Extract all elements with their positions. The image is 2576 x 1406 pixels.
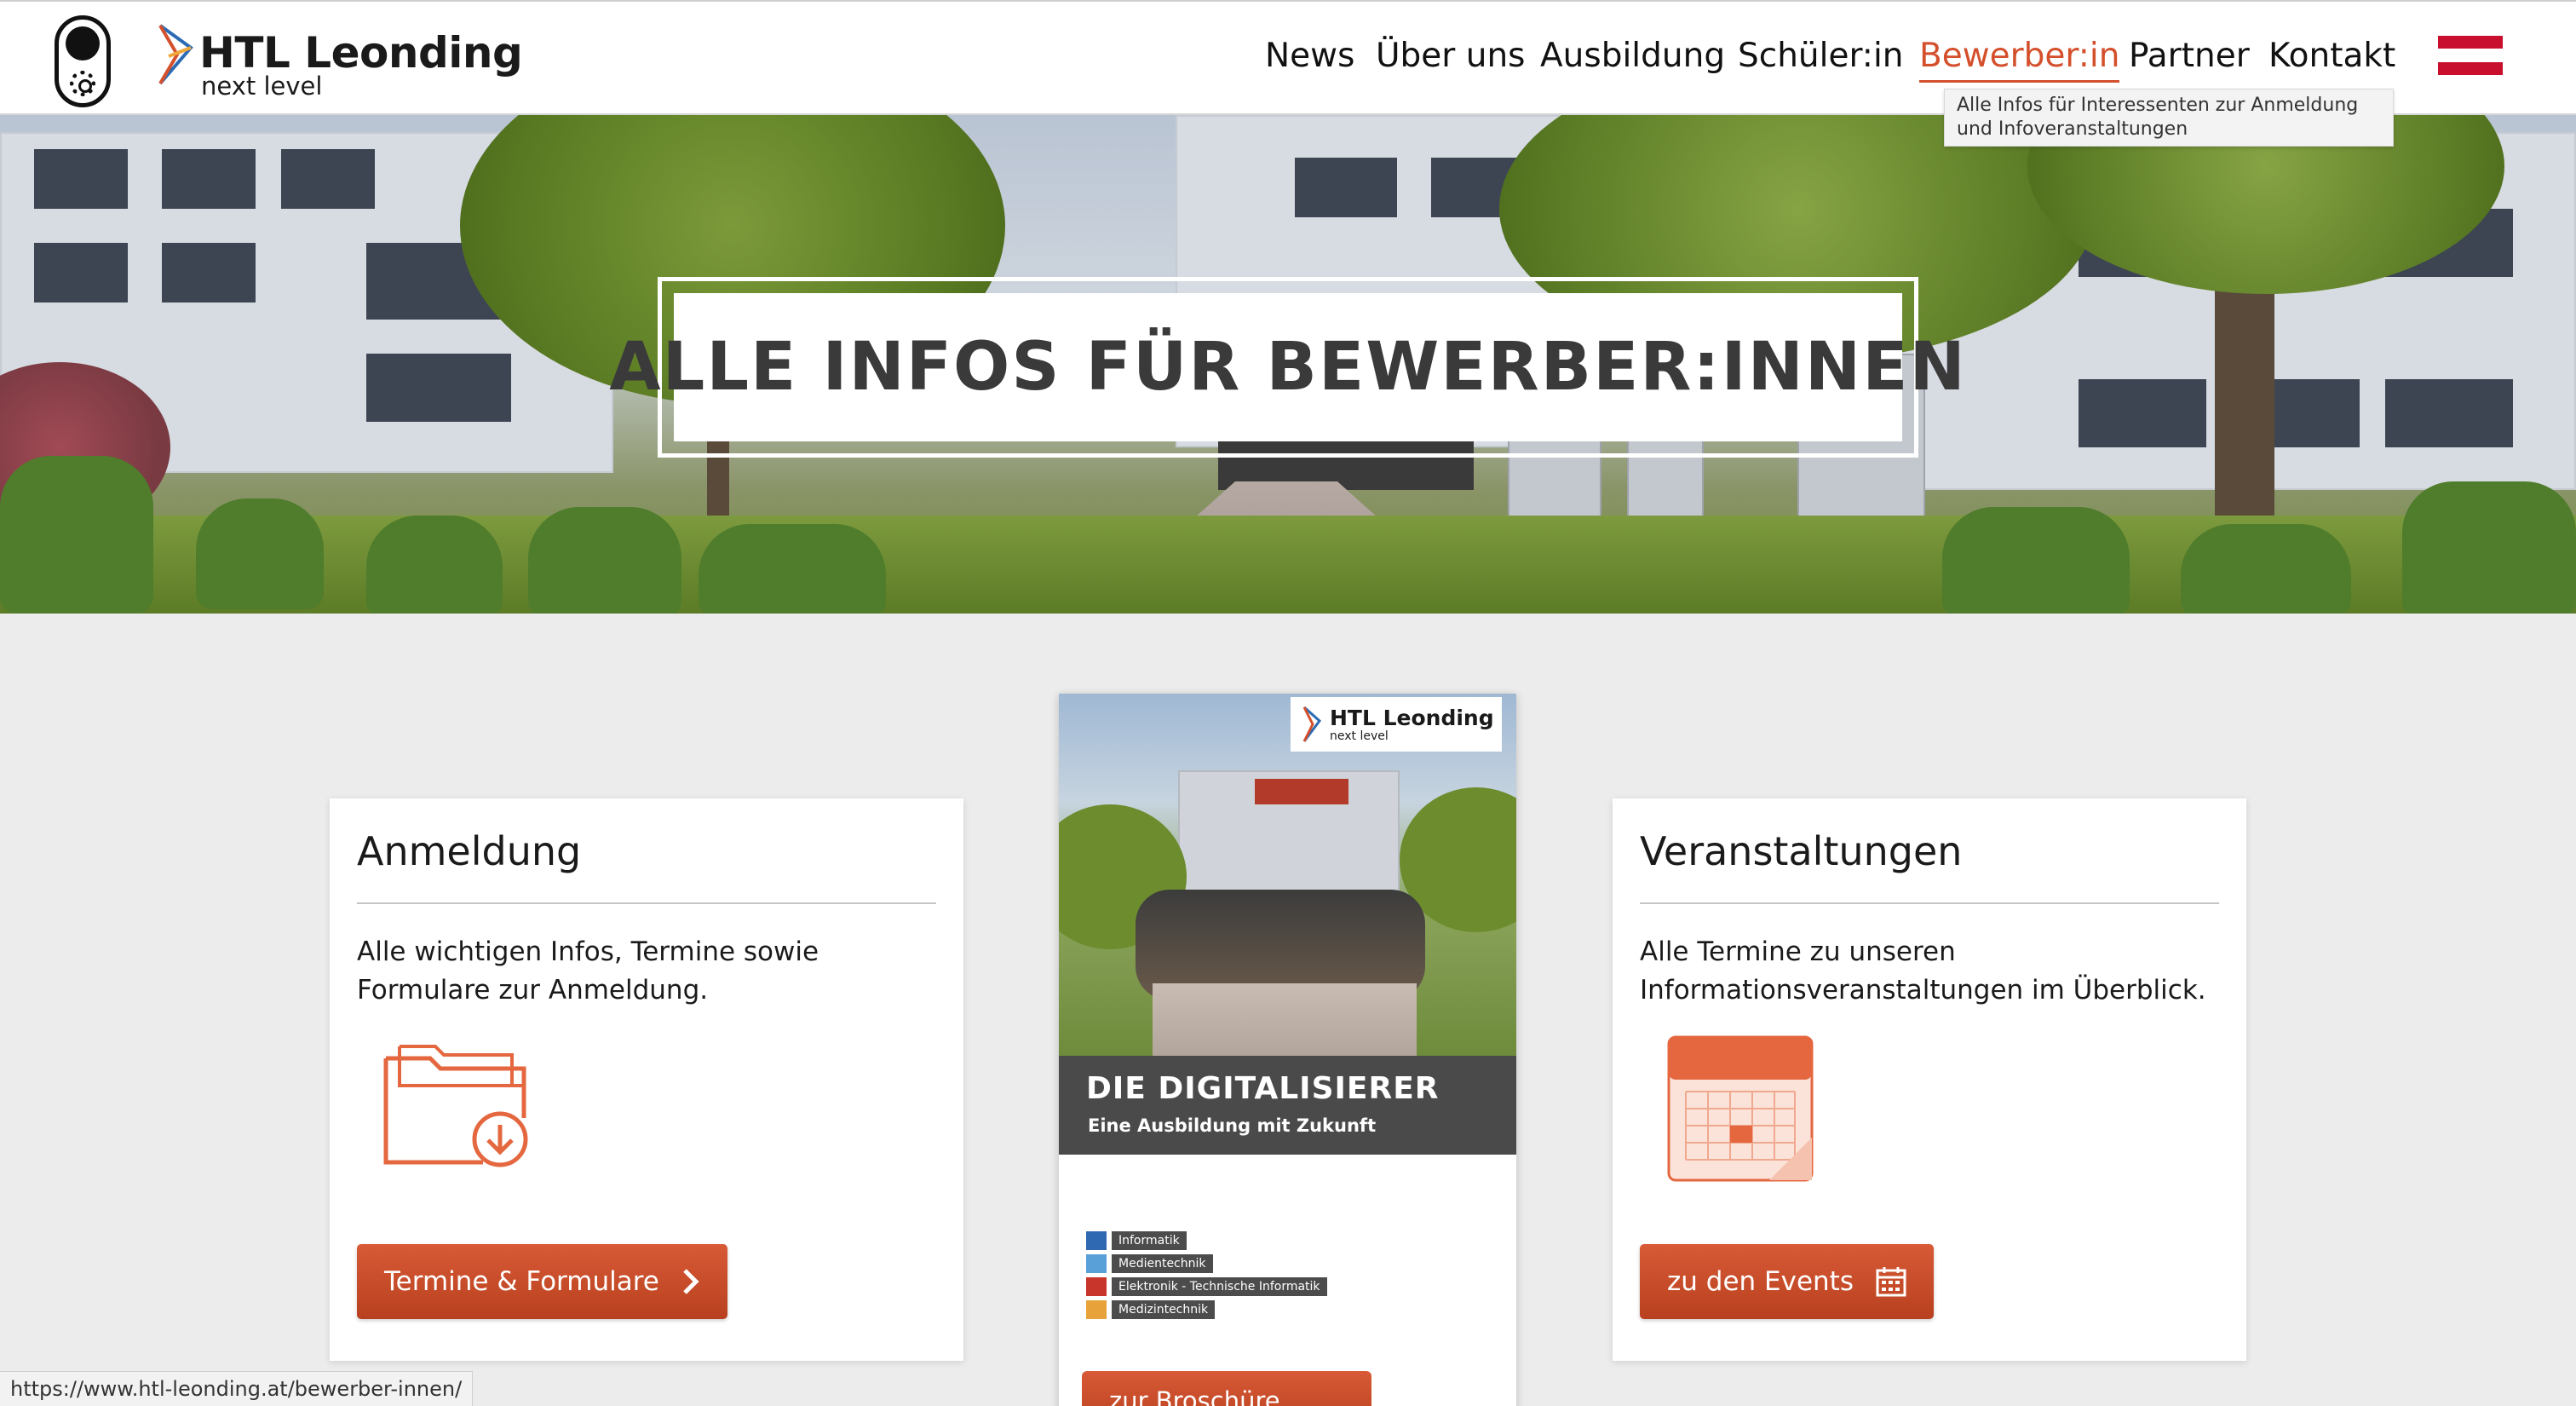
logo-arrow-icon [1302,706,1322,742]
chevron-right-icon [683,1269,699,1294]
hero-title: ALLE INFOS FÜR BEWERBER:INNEN [609,329,1967,406]
chip-icon [1086,1276,1107,1296]
list-item: Elektronik - Technische Informatik [1086,1275,1327,1298]
nav-tooltip: Alle Infos für Interessenten zur Anmeldu… [1944,89,2394,147]
toggle-knob [66,26,100,61]
brochure-headline: DIE DIGITALISIERER [1086,1071,1440,1106]
brochure-card: HTL Leonding next level DIE DIGITALISIER… [1059,694,1516,1406]
gear-icon [70,71,95,96]
medical-icon [1086,1299,1107,1319]
computer-icon [1086,1230,1107,1250]
department-label: Medizintechnik [1112,1299,1216,1319]
divider [1640,902,2219,904]
nav-bewerber[interactable]: Bewerber:in [1919,36,2120,83]
list-item: Medizintechnik [1086,1298,1327,1321]
department-label: Informatik [1112,1230,1187,1250]
language-flag-icon[interactable] [2438,36,2503,75]
button-label: zur Broschüre [1109,1386,1280,1406]
brochure-band: DIE DIGITALISIERER Eine Ausbildung mit Z… [1059,1056,1516,1155]
brochure-button[interactable]: zur Broschüre [1082,1371,1371,1406]
media-icon [1086,1253,1107,1273]
brochure-subline: Eine Ausbildung mit Zukunft [1088,1115,1377,1136]
card-veranstaltungen: Veranstaltungen Alle Termine zu unseren … [1613,798,2246,1361]
logo-arrow-icon [158,24,193,85]
calendar-icon [1667,1035,1814,1182]
link-status-bar: https://www.htl-leonding.at/bewerber-inn… [0,1371,474,1406]
nav-schueler[interactable]: Schüler:in [1738,36,1904,77]
department-label: Medientechnik [1112,1253,1213,1273]
divider [357,902,936,904]
card-text: Alle Termine zu unseren Informationsvera… [1640,936,2206,1006]
department-list: Informatik Medientechnik Elektronik - Te… [1086,1229,1327,1321]
hero-banner: ALLE INFOS FÜR BEWERBER:INNEN [0,115,2576,614]
list-item: Medientechnik [1086,1252,1327,1275]
department-label: Elektronik - Technische Informatik [1112,1276,1327,1296]
card-anmeldung: Anmeldung Alle wichtigen Infos, Termine … [330,798,963,1361]
calendar-small-icon [1876,1267,1906,1297]
brand-name[interactable]: HTL Leonding [199,27,523,78]
theme-toggle[interactable] [55,15,111,107]
events-button[interactable]: zu den Events [1640,1244,1934,1319]
nav-kontakt[interactable]: Kontakt [2268,36,2395,77]
nav-partner[interactable]: Partner [2129,36,2250,77]
brochure-logo-tagline: next level [1330,729,1389,743]
nav-news[interactable]: News [1265,36,1354,77]
button-label: zu den Events [1667,1266,1854,1297]
brochure-photo: HTL Leonding next level [1059,694,1516,1056]
list-item: Informatik [1086,1229,1327,1252]
nav-ueber-uns[interactable]: Über uns [1376,36,1525,77]
hero-title-frame: ALLE INFOS FÜR BEWERBER:INNEN [609,277,1965,458]
brochure-logo-name: HTL Leonding [1330,706,1494,730]
card-text: Alle wichtigen Infos, Termine sowie Form… [357,936,819,1006]
termine-formulare-button[interactable]: Termine & Formulare [357,1244,727,1319]
folder-download-icon [383,1045,528,1167]
button-label: Termine & Formulare [384,1266,659,1297]
nav-ausbildung[interactable]: Ausbildung [1540,36,1725,77]
card-title: Veranstaltungen [1640,828,1963,874]
brand-tagline: next level [201,72,323,101]
card-title: Anmeldung [357,828,582,874]
brochure-logo: HTL Leonding next level [1291,697,1502,752]
